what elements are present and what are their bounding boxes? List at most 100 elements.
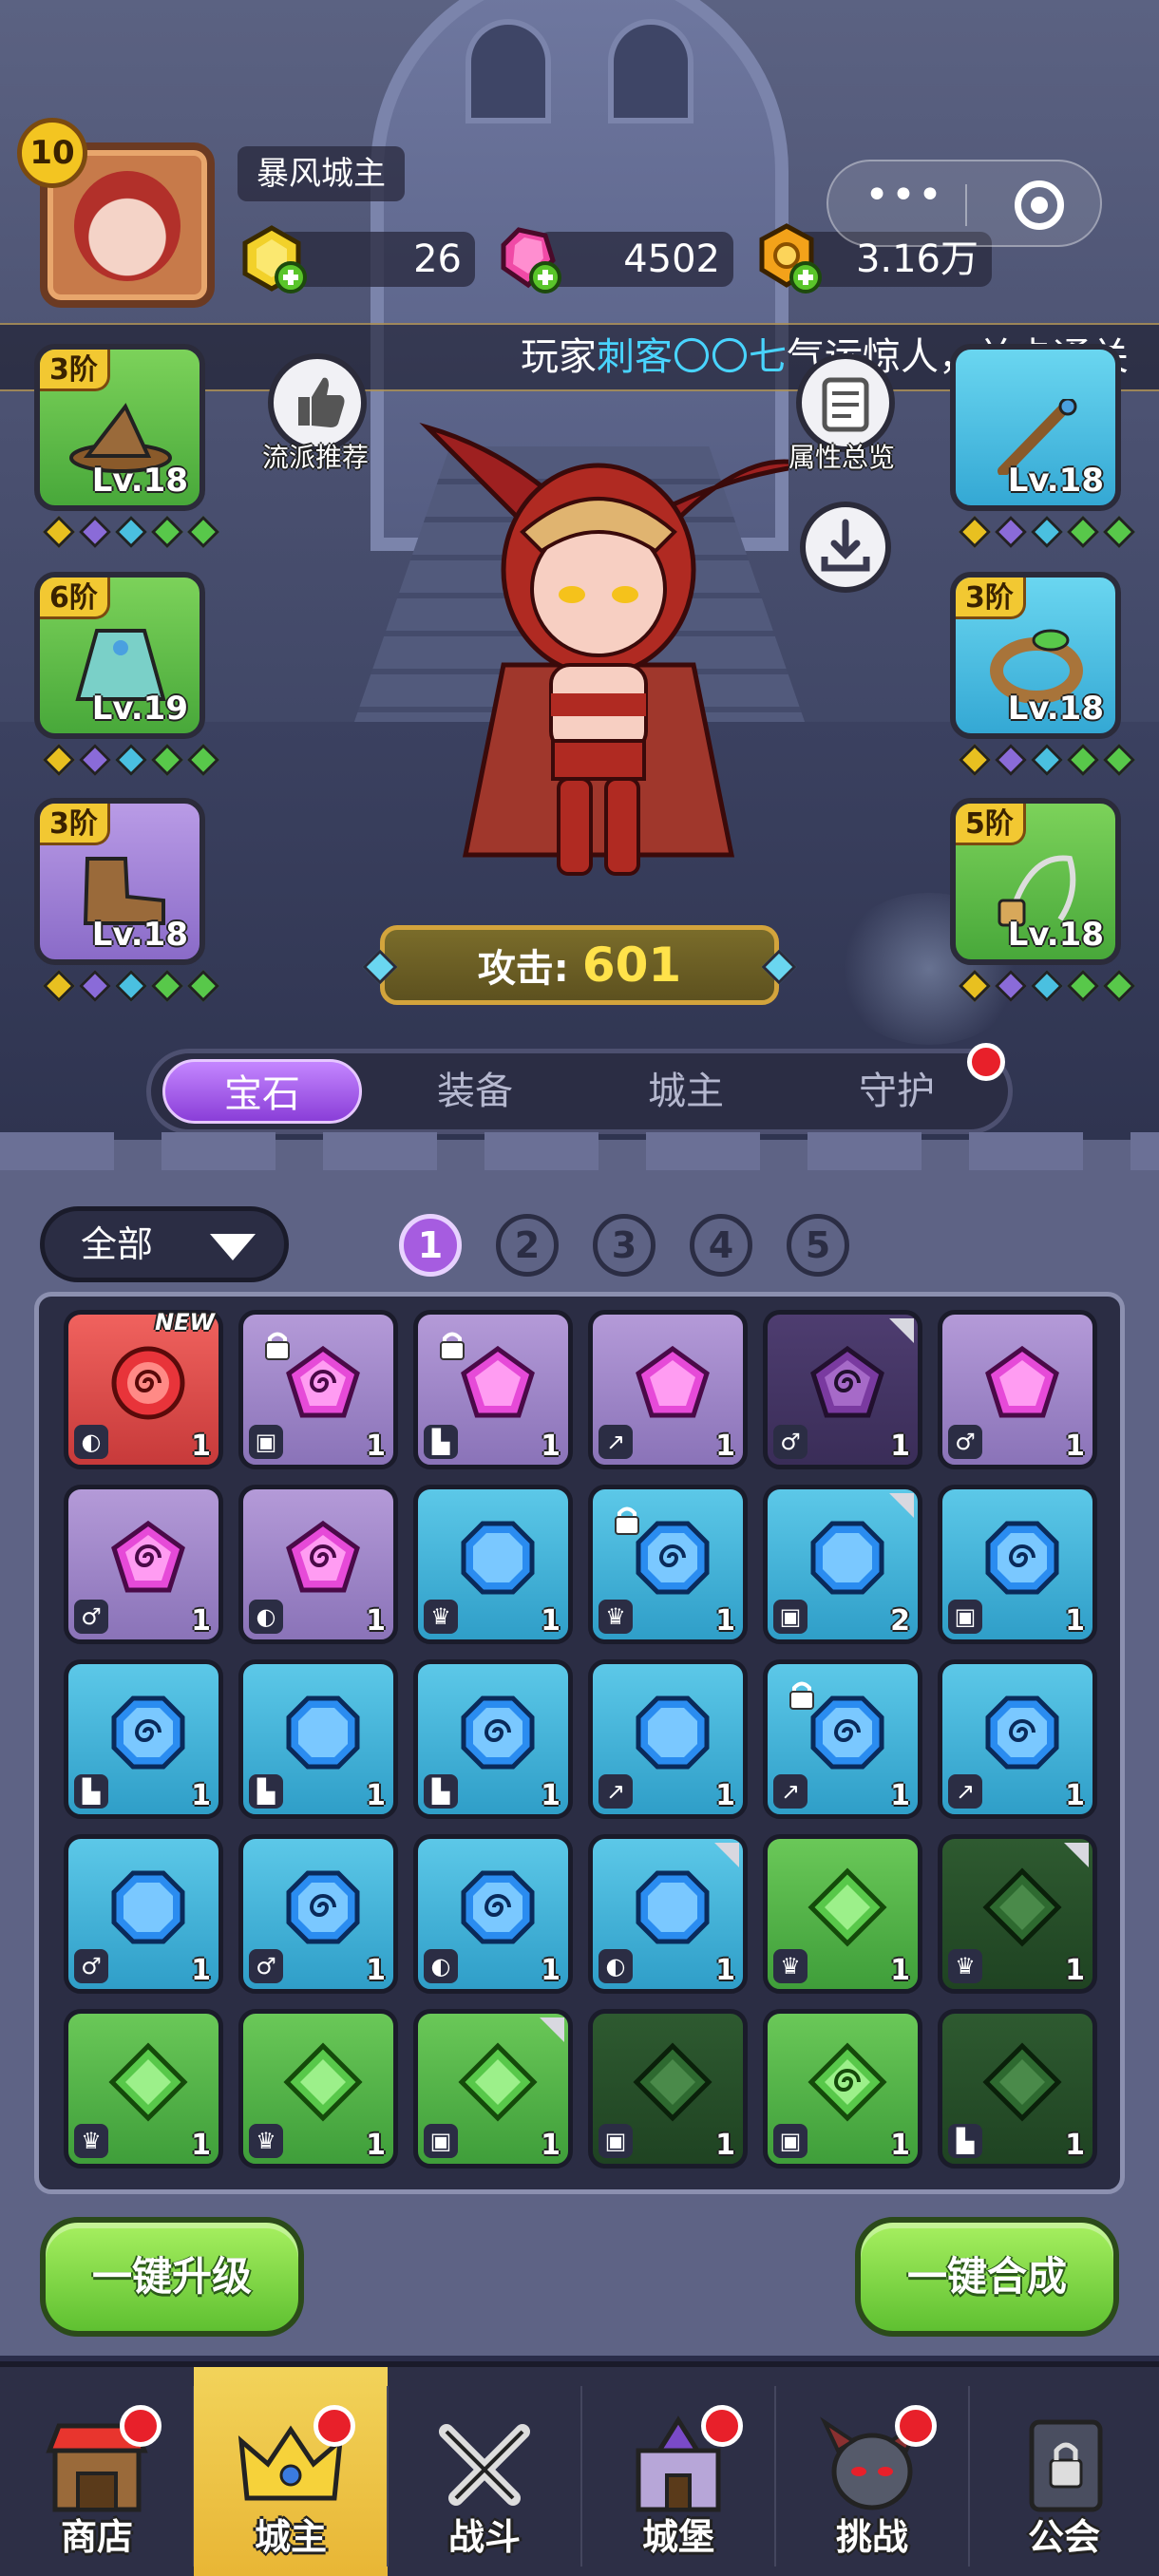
gem-cell[interactable]: ♛ 1 [588,1485,748,1644]
equipment-tier-badge: 3阶 [40,350,110,391]
ring-slot-icon: ◐ [424,1949,458,1983]
nav-challenge[interactable]: 挑战 [775,2367,969,2576]
download-icon [821,519,870,572]
green-gem-icon [108,2042,188,2122]
gem-cell[interactable]: ♛ 1 [64,2009,223,2169]
filter-dropdown[interactable]: 全部 [40,1206,289,1282]
equipment-level: Lv.18 [91,916,188,954]
download-button[interactable] [800,502,891,593]
weapon-slot-icon: ↗ [948,1774,982,1809]
socket-gem-icon [959,744,991,776]
gem-cell[interactable]: ▙ 1 [413,1310,573,1469]
gem-cell[interactable]: ♂ 1 [763,1310,922,1469]
page-button-3[interactable]: 3 [593,1214,656,1277]
gem-cell[interactable]: ♂ 1 [64,1834,223,1994]
socket-gem-icon [1103,970,1135,1002]
close-miniprogram-icon[interactable] [1015,180,1064,230]
nav-guild-label: 公会 [1027,2516,1100,2558]
gem-cell[interactable]: ♛ 1 [413,1485,573,1644]
attack-value: 601 [581,938,682,993]
page-button-5[interactable]: 5 [787,1214,849,1277]
gem-cell[interactable]: ↗ 1 [763,1659,922,1819]
crown-slot-icon: ♛ [424,1600,458,1634]
gem-cell[interactable]: ↗ 1 [938,1659,1097,1819]
gem-cell[interactable]: ▙ 1 [64,1659,223,1819]
more-menu-icon[interactable]: ••• [857,171,952,219]
crown-slot-icon: ♛ [74,2124,108,2158]
gem-cell[interactable]: ♛ 1 [938,1834,1097,1994]
tab-guardian[interactable]: 守护 [797,1059,997,1124]
boot-slot-icon: ▙ [249,1774,283,1809]
socket-gem-icon [151,516,183,548]
marquee-player-name: 刺客〇〇七 [597,335,787,379]
equipment-slot-amulet[interactable]: 5阶 Lv.18 [950,798,1121,965]
gem-count: 1 [890,1954,910,1987]
blue-gem-icon [283,1693,363,1772]
crown-slot-icon: ♛ [948,1949,982,1983]
green-gem-icon [982,1867,1062,1947]
gem-cell[interactable]: ▣ 1 [938,1485,1097,1644]
socket-gem-icon [995,516,1027,548]
equipment-slot-ring[interactable]: 3阶 Lv.18 [950,572,1121,739]
gem-cell[interactable]: ▣ 2 [763,1485,922,1644]
equipment-slot-staff[interactable]: Lv.18 [950,344,1121,511]
gem-count: 1 [715,1604,735,1638]
purple-gem-icon [808,1343,887,1423]
socket-gems-row [959,970,1136,1002]
tab-lord[interactable]: 城主 [586,1059,786,1124]
gem-cell[interactable]: ▙ 1 [413,1659,573,1819]
player-level-badge: 10 [17,118,87,188]
challenge-notification-dot [895,2405,937,2447]
gem-cell[interactable]: ♂ 1 [938,1310,1097,1469]
amulet-slot-icon: ♂ [773,1425,808,1459]
gem-cell[interactable]: ◐ 1 [413,1834,573,1994]
gem-count: 1 [541,1430,560,1463]
nav-battle[interactable]: 战斗 [388,2367,581,2576]
socket-gems-row [43,970,220,1002]
nav-guild[interactable]: 公会 [969,2367,1159,2576]
gem-cell[interactable]: ↗ 1 [588,1659,748,1819]
gem-cell[interactable]: ▣ 1 [588,2009,748,2169]
pink-gem-plus-icon[interactable] [490,222,562,294]
gem-cell[interactable]: ◐ 1 [588,1834,748,1994]
equipment-slot-robe[interactable]: 6阶 Lv.19 [34,572,205,739]
equipment-slot-hat[interactable]: 3阶 Lv.18 [34,344,205,511]
nav-lord[interactable]: 城主 [194,2367,388,2576]
gem-cell[interactable]: ◐ 1 NEW [64,1309,223,1469]
socket-gem-icon [1067,970,1099,1002]
gem-count: 1 [1065,1954,1085,1987]
hero-character[interactable] [408,408,788,912]
socket-gem-icon [995,970,1027,1002]
blue-gem-icon [633,1693,712,1772]
blue-gem-icon [982,1693,1062,1772]
gem-cell[interactable]: ▣ 1 [238,1310,398,1469]
page-button-2[interactable]: 2 [496,1214,559,1277]
merge-all-button[interactable]: 一键合成 [855,2217,1119,2337]
gem-cell[interactable]: ▙ 1 [938,2009,1097,2169]
equipment-level: Lv.19 [91,690,188,728]
coin-plus-icon[interactable] [750,222,823,294]
upgrade-all-button[interactable]: 一键升级 [40,2217,304,2337]
castle-notification-dot [701,2405,743,2447]
tab-gems[interactable]: 宝石 [162,1059,362,1124]
gem-cell[interactable]: ♛ 1 [763,1834,922,1994]
tab-equipment[interactable]: 装备 [375,1059,575,1124]
gem-cell[interactable]: ↗ 1 [588,1310,748,1469]
nav-shop[interactable]: 商店 [0,2367,194,2576]
gem-cell[interactable]: ◐ 1 [238,1485,398,1644]
gem-cell[interactable]: ▙ 1 [238,1659,398,1819]
page-button-4[interactable]: 4 [690,1214,752,1277]
gem-cell[interactable]: ▣ 1 [413,2009,573,2169]
crown-slot-icon: ♛ [249,2124,283,2158]
gold-plus-icon[interactable] [236,222,308,294]
gem-cell[interactable]: ♛ 1 [238,2009,398,2169]
page-button-1[interactable]: 1 [399,1214,462,1277]
gem-cell[interactable]: ♂ 1 [64,1485,223,1644]
equipment-slot-boot[interactable]: 3阶 Lv.18 [34,798,205,965]
socket-gem-icon [1103,744,1135,776]
gem-cell[interactable]: ▣ 1 [763,2009,922,2169]
blue-gem-icon [633,1867,712,1947]
gem-count: 1 [1065,1779,1085,1812]
nav-castle[interactable]: 城堡 [581,2367,775,2576]
gem-cell[interactable]: ♂ 1 [238,1834,398,1994]
